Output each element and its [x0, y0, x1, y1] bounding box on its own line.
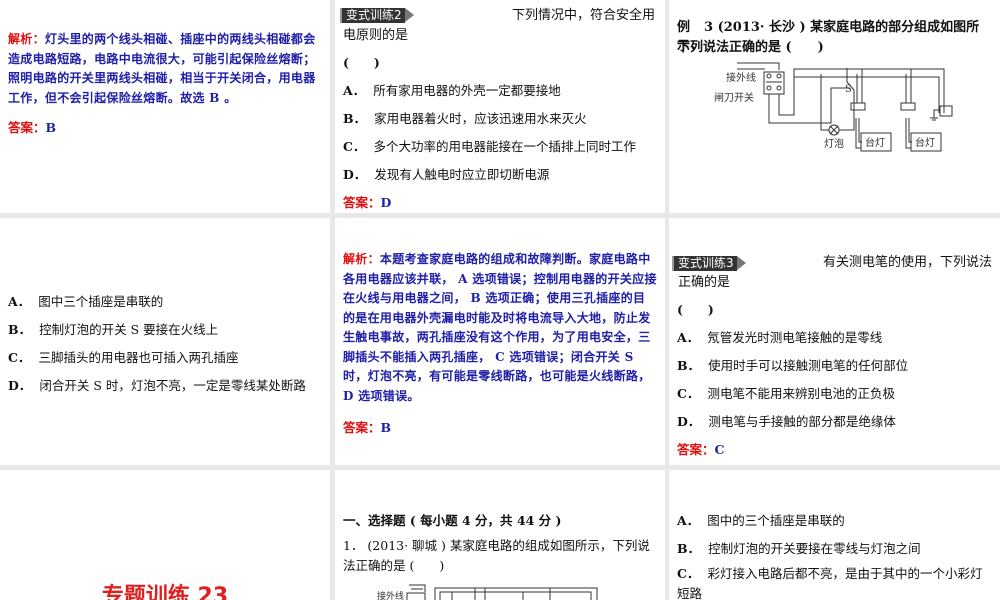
option-b: B． 家用电器着火时，应该迅速用水来灭火 [343, 111, 587, 126]
answer-label: 答案： [8, 120, 46, 135]
question-text: 下列情况中，符合安全用 [511, 8, 655, 23]
question-text-cont: 电原则的是 [343, 28, 409, 43]
option-a: A． 氖管发光时测电笔接触的是零线 [677, 330, 883, 345]
socket-2 [900, 102, 916, 111]
slide-6: 变式训练3 有关测电笔的使用，下列说法 正确的是 ( ) A． 氖管发光时测电笔接… [669, 218, 1000, 465]
section-heading: 一、选择题 ( 每小题 4 分，共 44 分 ) [343, 513, 562, 528]
option-b: B． 控制灯泡的开关要接在零线与灯泡之间 [677, 541, 921, 556]
slide-5: 解析：本题考查家庭电路的组成和故障判断。家庭电路中各用电器应该并联， A 选项错… [335, 218, 665, 465]
analysis-paragraph: 解析：本题考查家庭电路的组成和故障判断。家庭电路中各用电器应该并联， A 选项错… [343, 250, 657, 406]
option-d: D． 测电笔与手接触的部分都是绝缘体 [677, 414, 896, 429]
slide-9: A． 图中的三个插座是串联的 B． 控制灯泡的开关要接在零线与灯泡之间 C． 彩灯接入… [669, 470, 1000, 600]
answer-line: 答案：B [343, 420, 392, 435]
option-b: B． 使用时手可以接触测电笔的任何部位 [677, 358, 909, 373]
question-text: 有关测电笔的使用，下列说法 [822, 255, 992, 270]
analysis-label: 解析： [8, 32, 45, 46]
svg-text:台灯: 台灯 [865, 136, 885, 149]
diagram-label-switch: 闸刀开关 [714, 91, 754, 104]
option-c: C． 测电笔不能用来辨别电池的正负极 [677, 386, 895, 401]
analysis-text: 本题考查家庭电路的组成和故障判断。家庭电路中各用电器应该并联， A 选项错误；控… [343, 252, 657, 403]
slide-3: 例3 (2013· 长沙 ) 某家庭电路的部分组成如图所示， 下列说法正确的是 … [669, 0, 1000, 213]
analysis-text: 灯头里的两个线头相碰、插座中的两线头相碰都会造成电路短路，电路中电流很大，可能引… [8, 32, 316, 105]
option-a: A． 图中三个插座是串联的 [8, 294, 164, 309]
option-c: C． 彩灯接入电路后都不亮，是由于其中的一个小彩灯短路 [677, 566, 983, 600]
topic-title: 专题训练 23 [101, 584, 229, 600]
slide-2: 变式训练2 下列情况中，符合安全用 电原则的是 ( ) A． 所有家用电器的外壳一… [335, 0, 665, 213]
question-text: 1． (2013· 聊城 ) 某家庭电路的组成如图所示，下列说法正确的是 ( ) [343, 538, 650, 573]
answer-value: B [45, 120, 57, 135]
option-c: C． 多个大功率的用电器能接在一个插排上同时工作 [343, 139, 636, 154]
answer-line: 答案：C [677, 442, 725, 457]
answer-line: 答案：B [8, 118, 322, 138]
analysis-paragraph: 解析：灯头里的两个线头相碰、插座中的两线头相碰都会造成电路短路，电路中电流很大，… [8, 30, 322, 108]
svg-text:S: S [845, 84, 852, 95]
variant-training-tag: 变式训练3 [672, 256, 746, 271]
circuit-diagram: 接外线 [377, 584, 598, 600]
svg-text:灯泡: 灯泡 [824, 137, 844, 150]
question-text-cont: 下列说法正确的是 ( ) [677, 40, 824, 55]
option-c: C． 三脚插头的用电器也可插入两孔插座 [8, 350, 239, 365]
option-b: B． 控制灯泡的开关 S 要接在火线上 [8, 322, 219, 337]
variant-training-tag: 变式训练2 [340, 8, 414, 23]
option-a: A． 图中的三个插座是串联的 [677, 513, 845, 528]
answer-blank: ( ) [677, 302, 714, 317]
option-d: D． 发现有人触电时应立即切断电源 [343, 167, 550, 182]
svg-text:接外线: 接外线 [377, 590, 404, 600]
diagram-label-external: 接外线 [726, 71, 756, 84]
slide-8: 一、选择题 ( 每小题 4 分，共 44 分 ) 1． (2013· 聊城 ) … [335, 470, 665, 600]
slide-7: 专题训练 23 [0, 470, 330, 600]
svg-text:台灯: 台灯 [915, 136, 935, 149]
answer-blank: ( ) [343, 55, 380, 70]
socket-1 [850, 102, 866, 111]
slide-4: A． 图中三个插座是串联的 B． 控制灯泡的开关 S 要接在火线上 C． 三脚插头的用… [0, 218, 330, 465]
three-hole-socket [939, 105, 953, 117]
option-a: A． 所有家用电器的外壳一定都要接地 [343, 83, 561, 98]
answer-line: 答案：D [343, 195, 392, 210]
analysis-label: 解析： [343, 252, 380, 266]
option-d: D． 闭合开关 S 时，灯泡不亮，一定是零线某处断路 [8, 378, 306, 393]
question-text-cont: 正确的是 [678, 275, 731, 290]
slide-1: 解析：灯头里的两个线头相碰、插座中的两线头相碰都会造成电路短路，电路中电流很大，… [0, 0, 330, 213]
circuit-diagram: 接外线 闸刀开关 S 灯泡 台灯 台灯 [714, 62, 953, 152]
